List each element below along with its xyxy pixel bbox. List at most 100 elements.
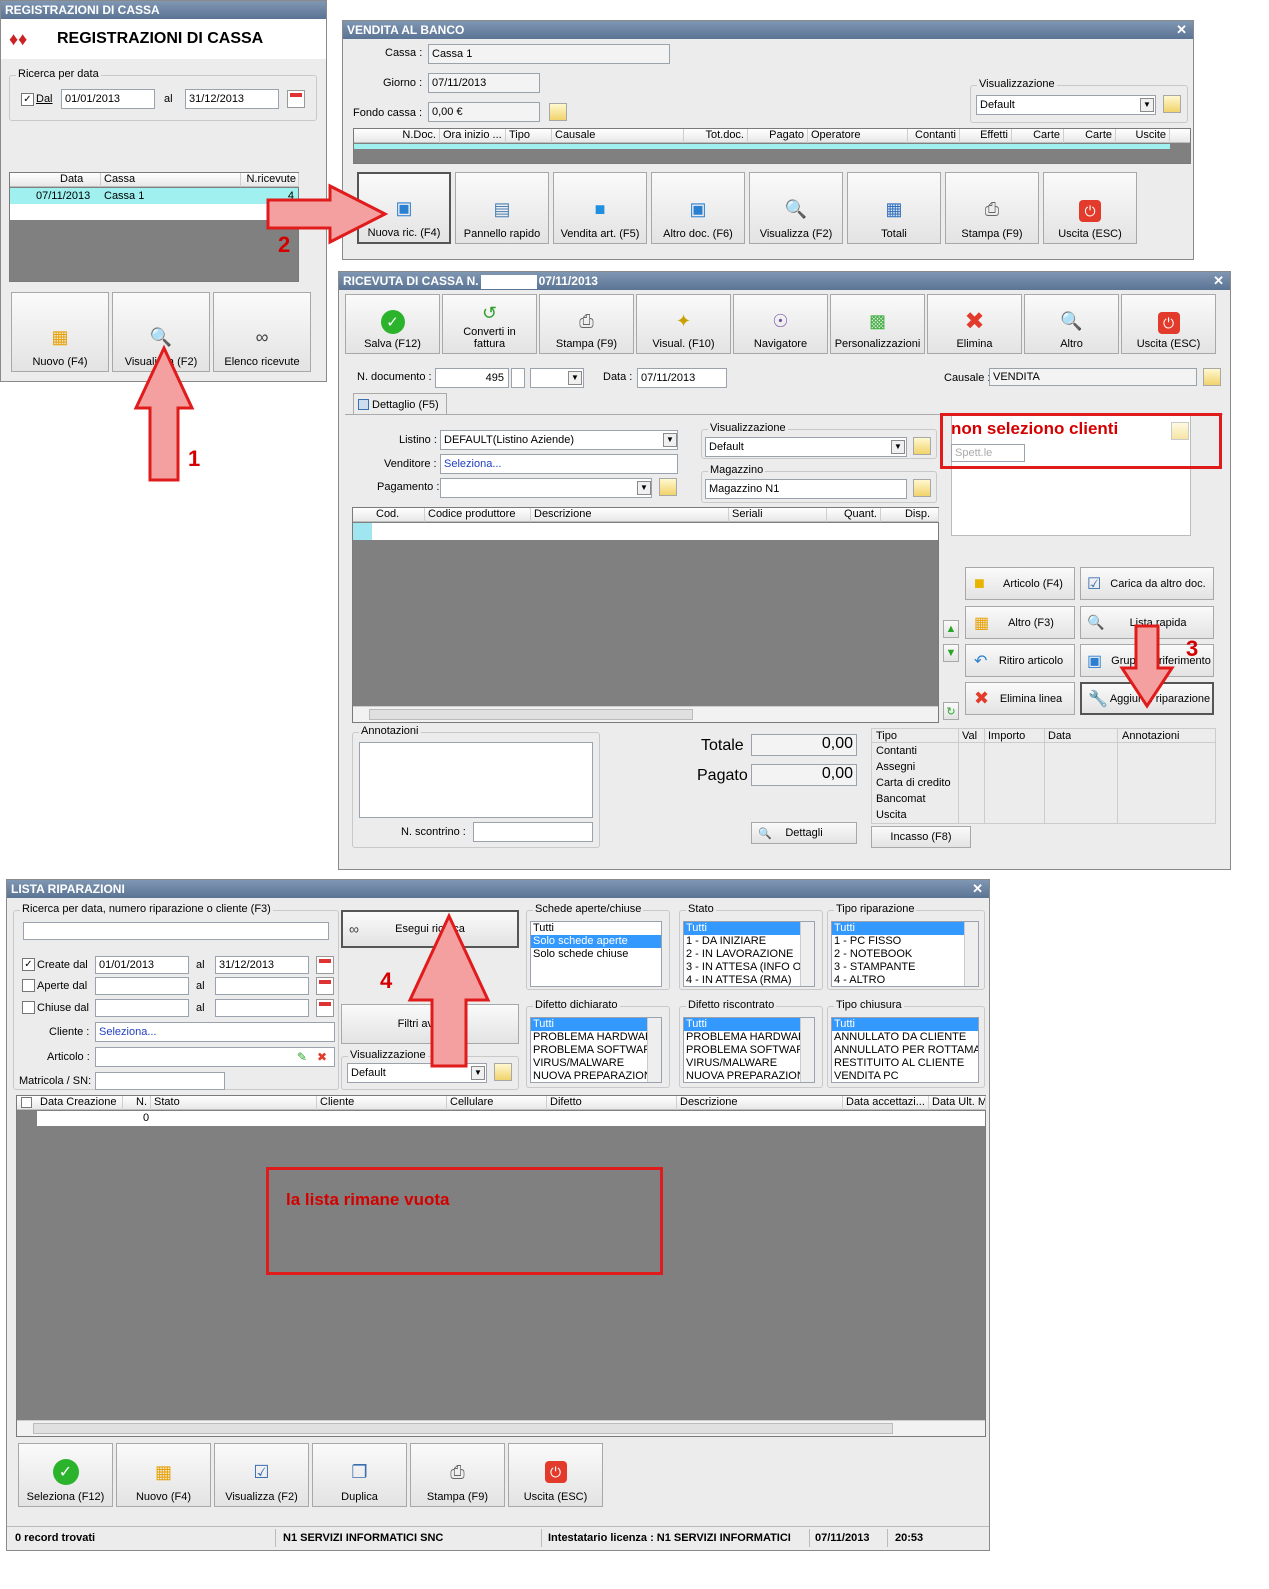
- list-item[interactable]: Tutti: [832, 1018, 978, 1031]
- personalizzazioni-button[interactable]: ▩ Personalizzazioni: [830, 294, 925, 354]
- close-icon[interactable]: ✕: [1213, 272, 1224, 290]
- altro-button[interactable]: 🔍 Altro: [1024, 294, 1119, 354]
- arrow-down-icon[interactable]: ▼: [943, 644, 959, 662]
- list-item[interactable]: Solo schede aperte: [531, 935, 661, 948]
- list-item[interactable]: Tutti: [684, 922, 814, 935]
- list-item[interactable]: 4 - IN ATTESA (RMA): [684, 974, 814, 986]
- incasso-button[interactable]: Incasso (F8): [871, 826, 971, 848]
- scontrino-input[interactable]: [473, 822, 593, 842]
- lista-rapida-button[interactable]: 🔍 Lista rapida: [1080, 606, 1214, 639]
- folder-icon[interactable]: [549, 103, 567, 121]
- nuova-ricevuta-button[interactable]: ▣ Nuova ric. (F4): [357, 172, 451, 244]
- uscita-button[interactable]: ⏻ Uscita (ESC): [1043, 172, 1137, 244]
- stampa-button[interactable]: ⎙ Stampa (F9): [539, 294, 634, 354]
- magazzino-input[interactable]: Magazzino N1: [705, 479, 907, 499]
- folder-icon[interactable]: [1163, 95, 1181, 113]
- venditore-input[interactable]: Seleziona...: [440, 454, 678, 474]
- tipo-chiusura-list[interactable]: Tutti ANNULLATO DA CLIENTE ANNULLATO PER…: [831, 1017, 979, 1083]
- folder-icon[interactable]: [913, 437, 931, 455]
- chevron-down-icon[interactable]: ▼: [891, 440, 905, 454]
- close-icon[interactable]: ✕: [1176, 21, 1187, 39]
- altro-button[interactable]: ▦ Altro (F3): [965, 606, 1075, 639]
- list-item[interactable]: PROBLEMA HARDWARE: [684, 1031, 814, 1044]
- matricola-input[interactable]: [95, 1072, 225, 1090]
- chiuse-checkbox[interactable]: [22, 1001, 35, 1014]
- annotazioni-textarea[interactable]: [359, 742, 593, 818]
- horizontal-scrollbar[interactable]: [353, 706, 938, 722]
- elimina-linea-button[interactable]: ✖ Elimina linea: [965, 682, 1075, 715]
- list-item[interactable]: 2 - NOTEBOOK: [832, 948, 978, 961]
- vertical-scrollbar[interactable]: [964, 922, 978, 986]
- table-row[interactable]: 07/11/2013 Cassa 1 4: [10, 188, 298, 204]
- col-header[interactable]: Cassa: [101, 173, 241, 187]
- list-item[interactable]: 1 - DA INIZIARE: [684, 935, 814, 948]
- pencil-icon[interactable]: ✎: [297, 1050, 307, 1064]
- nuovo-button[interactable]: ▦ Nuovo (F4): [116, 1443, 211, 1507]
- chiuse-to-input[interactable]: [215, 999, 309, 1017]
- cliente-input[interactable]: Seleziona...: [95, 1022, 335, 1042]
- chevron-down-icon[interactable]: ▼: [471, 1066, 485, 1080]
- col-header[interactable]: N.ricevute: [241, 173, 299, 187]
- table-row[interactable]: 0: [37, 1111, 985, 1126]
- list-item[interactable]: VIRUS/MALWARE: [684, 1057, 814, 1070]
- aperte-checkbox[interactable]: [22, 979, 35, 992]
- aperte-from-input[interactable]: [95, 977, 189, 995]
- vertical-scrollbar[interactable]: [800, 922, 814, 986]
- salva-button[interactable]: ✓ Salva (F12): [345, 294, 440, 354]
- close-icon[interactable]: ✕: [972, 880, 983, 898]
- converti-fattura-button[interactable]: ↺ Converti in fattura: [442, 294, 537, 354]
- ndoc-input[interactable]: 495: [435, 368, 509, 388]
- visualizza-button[interactable]: 🔍 Visualizza (F2): [749, 172, 843, 244]
- pagamento-select[interactable]: [440, 478, 652, 498]
- pannello-rapido-button[interactable]: ▤ Pannello rapido: [455, 172, 549, 244]
- aggiungi-riparazione-button[interactable]: 🔧 Aggiungi riparazione: [1080, 682, 1214, 715]
- list-item[interactable]: 3 - IN ATTESA (INFO O: [684, 961, 814, 974]
- list-item[interactable]: NUOVA PREPARAZIONE: [531, 1070, 661, 1082]
- vertical-scrollbar[interactable]: [800, 1018, 814, 1082]
- chevron-down-icon[interactable]: ▼: [568, 371, 582, 385]
- list-item[interactable]: Tutti: [531, 1018, 661, 1031]
- al-input[interactable]: 31/12/2013: [185, 89, 279, 109]
- refresh-icon[interactable]: ↻: [943, 702, 959, 720]
- list-item[interactable]: Tutti: [684, 1018, 814, 1031]
- articolo-button[interactable]: ■ Articolo (F4): [965, 567, 1075, 600]
- dettagli-button[interactable]: 🔍 Dettagli: [751, 822, 857, 844]
- list-item[interactable]: PROBLEMA HARDWARE: [531, 1031, 661, 1044]
- col-header[interactable]: Data: [30, 173, 101, 187]
- folder-icon[interactable]: [494, 1063, 512, 1081]
- esegui-ricerca-button[interactable]: ∞ Esegui ricerca: [341, 910, 519, 948]
- list-item[interactable]: Tutti: [832, 922, 978, 935]
- stato-list[interactable]: Tutti 1 - DA INIZIARE 2 - IN LAVORAZIONE…: [683, 921, 815, 987]
- vertical-scrollbar[interactable]: [647, 1018, 661, 1082]
- visualizza-button[interactable]: ☑ Visualizza (F2): [214, 1443, 309, 1507]
- chevron-down-icon[interactable]: ▼: [663, 433, 677, 447]
- chiuse-from-input[interactable]: [95, 999, 189, 1017]
- list-item[interactable]: 1 - PC FISSO: [832, 935, 978, 948]
- listino-select[interactable]: DEFAULT(Listino Aziende): [440, 430, 678, 450]
- list-item[interactable]: 4 - ALTRO: [832, 974, 978, 986]
- difetto-dichiarato-list[interactable]: Tutti PROBLEMA HARDWARE PROBLEMA SOFTWAR…: [530, 1017, 662, 1083]
- stampa-button[interactable]: ⎙ Stampa (F9): [410, 1443, 505, 1507]
- visualizzazione-select[interactable]: Default: [347, 1063, 487, 1083]
- calendar-icon[interactable]: [287, 90, 305, 108]
- nuovo-button[interactable]: ▦ Nuovo (F4): [11, 292, 109, 372]
- visualizzazione-select[interactable]: Default: [705, 437, 907, 457]
- create-to-input[interactable]: 31/12/2013: [215, 956, 309, 974]
- arrow-up-icon[interactable]: ▲: [943, 620, 959, 638]
- uscita-button[interactable]: ⏻ Uscita (ESC): [1121, 294, 1216, 354]
- ritiro-articolo-button[interactable]: ↶ Ritiro articolo: [965, 644, 1075, 677]
- list-item[interactable]: VIRUS/MALWARE: [531, 1057, 661, 1070]
- aperte-to-input[interactable]: [215, 977, 309, 995]
- elenco-ricevute-button[interactable]: ∞ Elenco ricevute: [213, 292, 311, 372]
- list-item[interactable]: PROBLEMA SOFTWARE: [531, 1044, 661, 1057]
- list-item[interactable]: VENDITA PC: [832, 1070, 978, 1082]
- list-item[interactable]: Solo schede chiuse: [531, 948, 661, 961]
- create-checkbox[interactable]: ✓: [22, 958, 35, 971]
- vendita-articolo-button[interactable]: ■ Vendita art. (F5): [553, 172, 647, 244]
- uscita-button[interactable]: ⏻ Uscita (ESC): [508, 1443, 603, 1507]
- dal-input[interactable]: 01/01/2013: [61, 89, 155, 109]
- duplica-button[interactable]: ❐ Duplica: [312, 1443, 407, 1507]
- list-item[interactable]: PROBLEMA SOFTWARE: [684, 1044, 814, 1057]
- stampa-button[interactable]: ⎙ Stampa (F9): [945, 172, 1039, 244]
- chevron-down-icon[interactable]: ▼: [637, 481, 651, 495]
